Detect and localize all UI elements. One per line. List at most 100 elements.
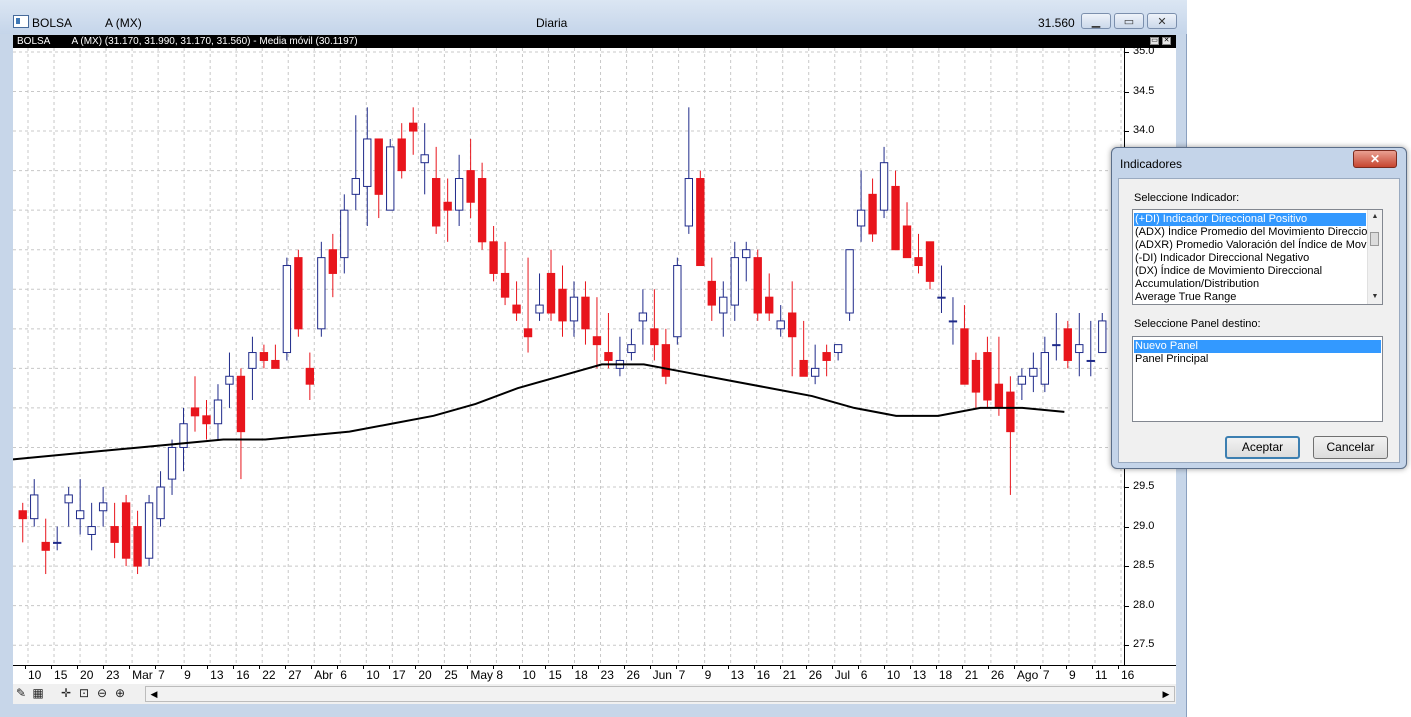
x-tick-label: 26: [626, 668, 640, 682]
indicator-listbox[interactable]: Bollinger BandsAverage True RangeAccumul…: [1132, 209, 1383, 305]
candle-body: [202, 415, 211, 425]
zoom-out-icon[interactable]: ⊖: [95, 686, 109, 700]
indicator-list-item[interactable]: Average True Range: [1134, 291, 1366, 304]
candle-body: [144, 502, 154, 559]
scroll-left-arrow-icon[interactable]: ◀: [146, 687, 162, 701]
candle-body: [558, 288, 567, 322]
candle-body: [523, 328, 533, 338]
y-tick-label: 28.5: [1133, 559, 1155, 572]
x-tick: [467, 666, 469, 669]
restore-icon: ▭: [1123, 15, 1135, 28]
indicator-list-item[interactable]: (DX) Índice de Movimiento Direccional: [1134, 265, 1366, 278]
x-tick: [233, 666, 235, 669]
indicator-list-item[interactable]: (+DI) Indicador Direccional Positivo: [1134, 213, 1366, 226]
candle-body: [673, 265, 682, 338]
accept-button[interactable]: Aceptar: [1225, 436, 1300, 459]
x-tick: [909, 666, 911, 669]
scroll-right-arrow-icon[interactable]: ▶: [1158, 687, 1174, 701]
x-tick-label: 7: [158, 668, 165, 682]
indicator-list-item[interactable]: Accumulation/Distribution: [1134, 278, 1366, 291]
candle-body: [753, 257, 762, 314]
x-tick: [805, 666, 807, 669]
scroll-down-icon[interactable]: ▼: [1370, 292, 1380, 302]
x-tick-label: Ago: [1016, 668, 1039, 682]
x-tick-label: 21: [782, 668, 797, 682]
panel-restore-button[interactable]: ▭: [1150, 37, 1159, 45]
scroll-up-icon[interactable]: ▲: [1370, 212, 1380, 222]
x-tick-label: May: [470, 668, 494, 682]
grid-toggle-icon[interactable]: ▦: [31, 686, 45, 700]
draw-icon[interactable]: ✎: [14, 686, 28, 700]
zoom-area-icon[interactable]: ⊡: [77, 686, 91, 700]
indicator-list-item[interactable]: (-DI) Indicador Direccional Negativo: [1134, 252, 1366, 265]
candle-body: [994, 383, 1004, 409]
candle-body: [925, 241, 935, 282]
price-chart[interactable]: [12, 48, 1124, 665]
x-tick-label: Mar: [132, 668, 153, 682]
x-tick: [311, 666, 313, 669]
x-tick-label: 27: [288, 668, 302, 682]
x-tick: [259, 666, 261, 669]
candle-body: [477, 178, 487, 243]
x-tick-label: 20: [80, 668, 94, 682]
candle-body: [305, 367, 315, 385]
panel-list-item[interactable]: Panel Principal: [1134, 353, 1381, 366]
candle-body: [259, 352, 269, 361]
candle-body: [167, 446, 177, 480]
x-tick: [571, 666, 573, 669]
x-tick-label: 22: [262, 668, 276, 682]
candle-body: [1063, 328, 1072, 361]
y-tick-label: 29.0: [1133, 519, 1155, 532]
candle-body: [340, 209, 349, 259]
candle-body: [409, 122, 418, 132]
period-label: Diaria: [536, 16, 568, 30]
candle-body: [133, 526, 142, 567]
x-tick: [493, 666, 495, 669]
candle-body: [213, 399, 223, 425]
dialog-title: Indicadores: [1120, 157, 1183, 171]
symbol-label: BOLSA: [32, 16, 73, 30]
panel-listbox[interactable]: Nuevo Panel Panel Principal: [1132, 336, 1383, 422]
x-tick-label: 9: [704, 668, 712, 682]
cancel-button[interactable]: Cancelar: [1313, 436, 1388, 459]
dialog-body: Seleccione Indicador: Bollinger BandsAve…: [1118, 178, 1400, 463]
window-titlebar[interactable]: BOLSA A (MX) Diaria 31.560 ▁ ▭ ✕: [0, 0, 1187, 34]
x-tick: [181, 666, 183, 669]
x-tick-label: 15: [54, 668, 68, 682]
candle-body: [891, 185, 900, 251]
y-tick: [1125, 91, 1129, 93]
y-tick-label: 29.5: [1133, 480, 1155, 493]
x-tick: [77, 666, 79, 669]
candle-body: [30, 494, 39, 520]
candle-body: [98, 502, 108, 512]
candle-body: [914, 257, 923, 267]
panel-list-item[interactable]: Nuevo Panel: [1134, 340, 1381, 353]
candle-body: [845, 249, 854, 314]
x-tick-label: 10: [886, 668, 901, 682]
y-tick: [1125, 645, 1129, 647]
x-tick-label: 10: [28, 668, 42, 682]
y-tick-label: 28.0: [1133, 598, 1155, 611]
x-tick: [1091, 666, 1093, 669]
zoom-in-icon[interactable]: ⊕: [113, 686, 127, 700]
x-tick: [545, 666, 547, 669]
close-button[interactable]: ✕: [1147, 13, 1177, 29]
indicator-list-scrollbar[interactable]: ▲ ▼: [1367, 210, 1382, 304]
indicator-list-item[interactable]: (ADX) Índice Promedio del Movimiento Dir…: [1134, 226, 1382, 239]
scroll-thumb[interactable]: [1370, 232, 1379, 246]
candle-body: [983, 352, 992, 401]
crosshair-icon[interactable]: ✛: [59, 686, 73, 700]
panel-close-button[interactable]: ✕: [1162, 37, 1171, 45]
x-tick-label: 13: [210, 668, 224, 682]
x-tick: [883, 666, 885, 669]
x-tick-label: Abr: [314, 668, 333, 682]
minimize-button[interactable]: ▁: [1081, 13, 1111, 29]
x-tick: [129, 666, 131, 669]
candle-body: [971, 359, 981, 393]
x-tick: [831, 666, 833, 669]
indicator-list-item[interactable]: (ADXR) Promedio Valoración del Índice de…: [1134, 239, 1382, 252]
horizontal-scrollbar[interactable]: ◀ ▶: [145, 686, 1175, 702]
indicator-list-item[interactable]: Bollinger Bands: [1134, 304, 1366, 305]
restore-button[interactable]: ▭: [1114, 13, 1144, 29]
dialog-close-button[interactable]: ✕: [1353, 150, 1397, 168]
